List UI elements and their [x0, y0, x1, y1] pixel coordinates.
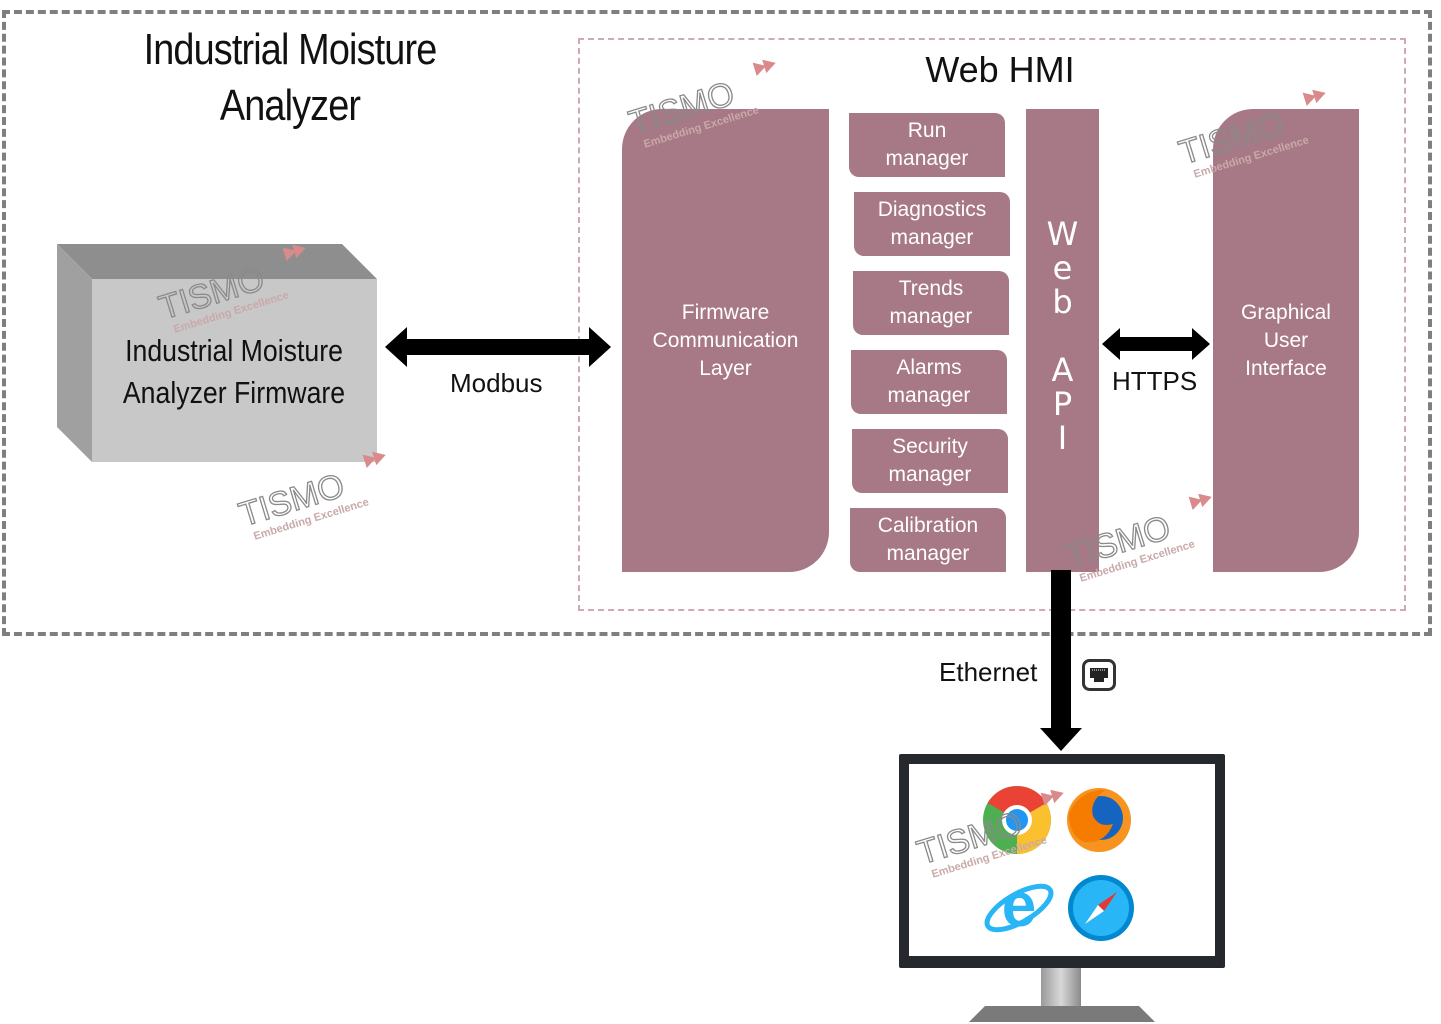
gui-line-2: User: [1263, 328, 1309, 352]
https-arrow: [1102, 328, 1210, 360]
manager-suffix: manager: [889, 305, 973, 328]
diagram-title: Industrial Moisture Analyzer: [127, 22, 454, 134]
diagram-title-line-2: Analyzer: [219, 81, 361, 130]
alarms-manager: Alarms manager: [851, 350, 1007, 414]
manager-suffix: manager: [886, 542, 970, 565]
graphical-user-interface: Graphical User Interface: [1213, 109, 1359, 572]
manager-name: Alarms: [896, 356, 962, 379]
fcl-line-3: Layer: [699, 356, 752, 380]
web-hmi-title: Web HMI: [925, 49, 1075, 90]
https-label: HTTPS: [1112, 366, 1198, 396]
monitor-base: [969, 1006, 1155, 1022]
web-api-letter: A: [1051, 351, 1074, 389]
tismo-watermark: TISMO Embedding Excellence: [154, 244, 306, 336]
tismo-watermark: TISMO Embedding Excellence: [912, 789, 1064, 881]
tismo-watermark: TISMO Embedding Excellence: [234, 451, 386, 543]
monitor-stand: [1041, 968, 1081, 1008]
web-api-letter: P: [1052, 385, 1073, 423]
web-api-letter: I: [1057, 419, 1068, 457]
manager-suffix: manager: [885, 147, 969, 170]
manager-name: Security: [892, 435, 968, 458]
security-manager: Security manager: [852, 429, 1008, 493]
firmware-box-label: Industrial Moisture Analyzer Firmware: [112, 330, 356, 414]
modbus-arrow: [385, 327, 611, 367]
diagram-title-line-1: Industrial Moisture: [143, 25, 438, 74]
tismo-watermark: TISMO Embedding Excellence: [624, 59, 776, 151]
tismo-watermark: TISMO Embedding Excellence: [1174, 89, 1326, 181]
safari-icon: [1068, 875, 1134, 941]
manager-suffix: manager: [887, 384, 971, 407]
manager-name: Run: [907, 119, 947, 142]
manager-suffix: manager: [888, 463, 972, 486]
calibration-manager: Calibration manager: [850, 508, 1006, 572]
ethernet-label: Ethernet: [939, 657, 1038, 687]
firmware-box-side-face: [57, 244, 92, 462]
run-manager: Run manager: [849, 113, 1005, 177]
diagnostics-manager: Diagnostics manager: [854, 192, 1010, 256]
modbus-label: Modbus: [450, 368, 543, 398]
manager-suffix: manager: [890, 226, 974, 249]
web-api-letter: b: [1052, 283, 1073, 321]
gui-line-3: Interface: [1245, 356, 1327, 380]
manager-name: Trends: [898, 277, 964, 300]
firmware-box-line-2: Analyzer Firmware: [122, 375, 346, 410]
firmware-box-line-1: Industrial Moisture: [125, 333, 343, 368]
manager-name: Diagnostics: [877, 198, 987, 221]
ethernet-arrow: [1040, 570, 1082, 751]
web-api-letter: e: [1052, 249, 1073, 287]
trends-manager: Trends manager: [853, 271, 1009, 335]
svg-text:e: e: [1002, 871, 1036, 940]
firmware-communication-layer: Firmware Communication Layer: [622, 109, 829, 572]
ethernet-port-icon: [1082, 659, 1116, 691]
fcl-line-2: Communication: [652, 328, 799, 352]
gui-line-1: Graphical: [1241, 300, 1331, 324]
manager-name: Calibration: [877, 514, 979, 537]
web-api-letter: W: [1046, 215, 1079, 253]
tismo-watermark: TISMO Embedding Excellence: [1060, 493, 1212, 585]
fcl-line-1: Firmware: [681, 300, 770, 324]
